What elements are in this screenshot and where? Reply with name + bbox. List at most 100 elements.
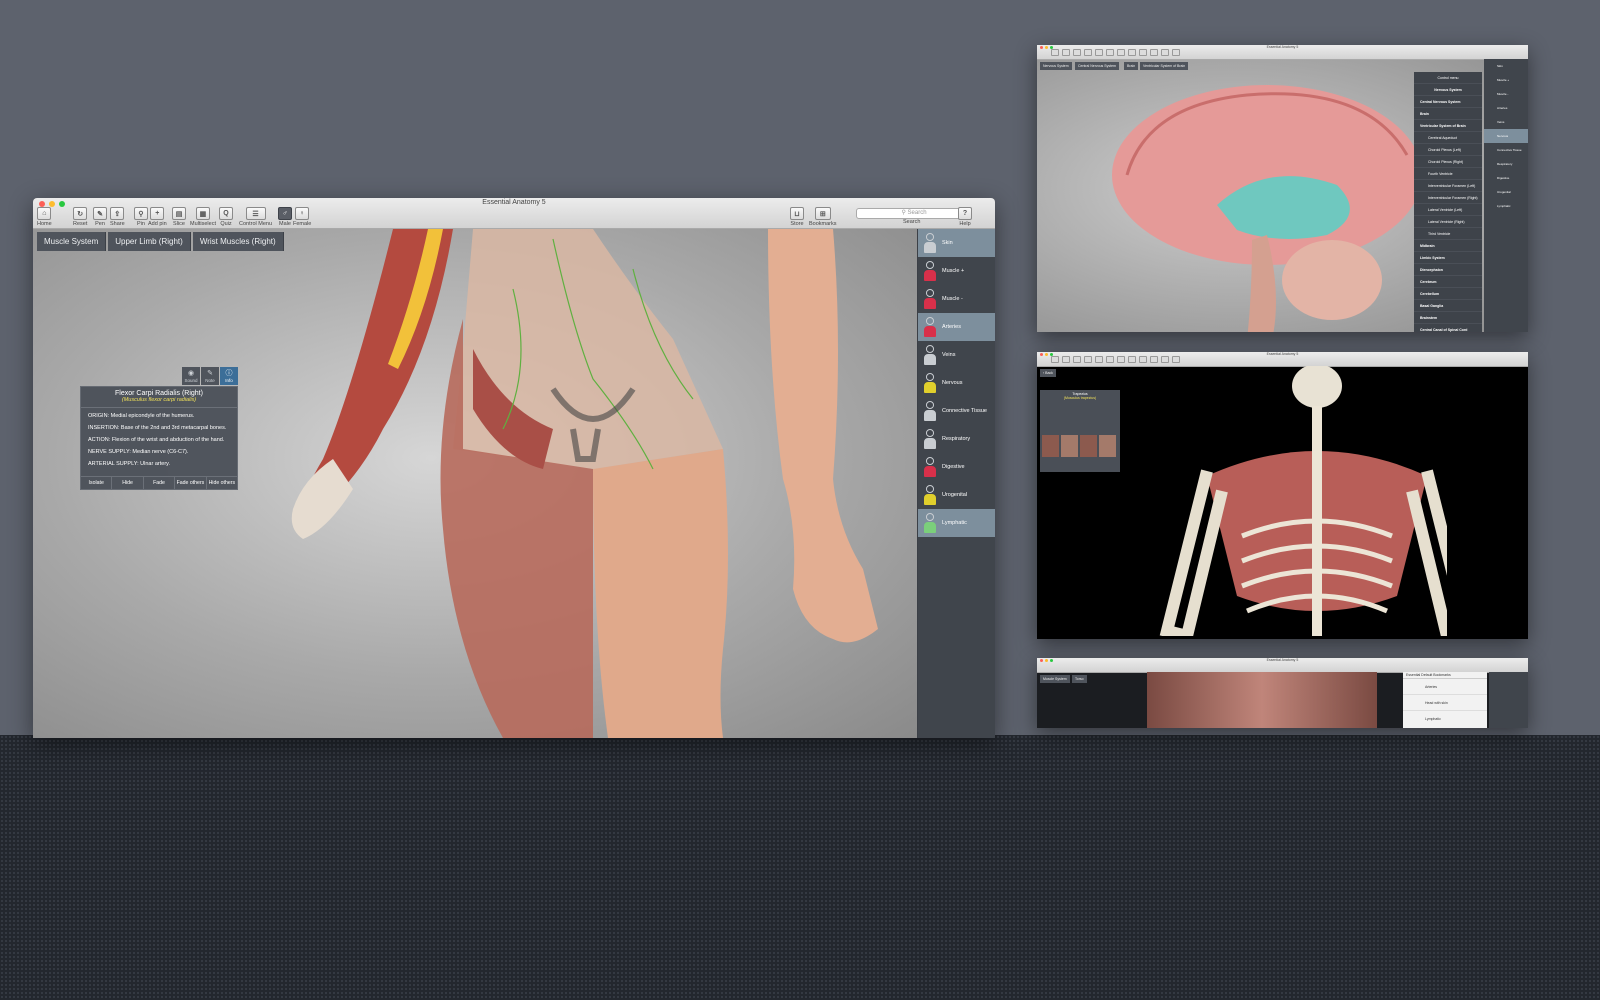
info-tab[interactable]: ⓘ Info	[220, 367, 238, 385]
system-item[interactable]: Muscle -	[918, 285, 995, 313]
brain-model[interactable]	[1067, 65, 1447, 332]
toolbar-icon[interactable]	[1161, 49, 1169, 56]
brain-system-item[interactable]: Nervous	[1484, 129, 1528, 143]
control-menu-item[interactable]: Limbic System	[1414, 252, 1482, 264]
control-menu-item[interactable]: Lateral Ventricle (Left)	[1414, 204, 1482, 216]
search-input[interactable]: ⚲ Search	[856, 208, 972, 219]
system-item[interactable]: Urogenital	[918, 481, 995, 509]
brain-system-item[interactable]: Muscle +	[1484, 73, 1528, 87]
control-menu-item[interactable]: Diencephalon	[1414, 264, 1482, 276]
system-item[interactable]: Muscle +	[918, 257, 995, 285]
control-menu-button[interactable]: ☰ Control Menu	[239, 207, 272, 227]
toolbar-icon[interactable]	[1062, 49, 1070, 56]
bookmark-item[interactable]: Lymphatic	[1403, 711, 1487, 726]
breadcrumb-item-upper-limb[interactable]: Upper Limb (Right)	[108, 232, 191, 251]
breadcrumb-item-wrist-muscles[interactable]: Wrist Muscles (Right)	[192, 232, 284, 251]
brain-system-item[interactable]: Connective Tissue	[1484, 143, 1528, 157]
control-menu-item[interactable]: Lateral Ventricle (Right)	[1414, 216, 1482, 228]
system-item[interactable]: Lymphatic	[918, 509, 995, 537]
third-breadcrumb-item[interactable]: Muscle System	[1040, 675, 1070, 683]
control-menu-item[interactable]: Midbrain	[1414, 240, 1482, 252]
control-menu-item[interactable]: Brainstem	[1414, 312, 1482, 324]
slice-button[interactable]: ▤ Slice	[172, 207, 186, 227]
toolbar-icon[interactable]	[1150, 356, 1158, 363]
toolbar-icon[interactable]	[1150, 49, 1158, 56]
system-item[interactable]: Arteries	[918, 313, 995, 341]
multiselect-button[interactable]: ▦ Multiselect	[190, 207, 216, 227]
toolbar-icon[interactable]	[1095, 49, 1103, 56]
hide-button[interactable]: Hide	[112, 477, 144, 489]
control-menu-item[interactable]: Central Nervous System	[1414, 96, 1482, 108]
toolbar-icon[interactable]	[1128, 49, 1136, 56]
control-menu-item[interactable]: Cerebrum	[1414, 276, 1482, 288]
brain-system-item[interactable]: Respiratory	[1484, 157, 1528, 171]
toolbar-icon[interactable]	[1084, 356, 1092, 363]
system-item[interactable]: Veins	[918, 341, 995, 369]
control-menu-item[interactable]: Ventricular System of Brain	[1414, 120, 1482, 132]
control-menu-item[interactable]: Cerebral Aqueduct	[1414, 132, 1482, 144]
bookmark-item[interactable]: Head with skin	[1403, 695, 1487, 711]
toolbar-icon[interactable]	[1051, 356, 1059, 363]
toolbar-icon[interactable]	[1117, 356, 1125, 363]
male-button[interactable]: ♂ Male	[278, 207, 292, 227]
note-tab[interactable]: ✎ Note	[201, 367, 219, 385]
breadcrumb-item-muscle-system[interactable]: Muscle System	[37, 232, 107, 251]
toolbar-icon[interactable]	[1106, 49, 1114, 56]
third-breadcrumb-item[interactable]: Torso	[1072, 675, 1087, 683]
control-menu-item[interactable]: Interventricular Foramen (Left)	[1414, 180, 1482, 192]
toolbar-icon[interactable]	[1139, 49, 1147, 56]
reset-button[interactable]: ↻ Reset	[73, 207, 87, 227]
brain-system-item[interactable]: Arteries	[1484, 101, 1528, 115]
system-item[interactable]: Respiratory	[918, 425, 995, 453]
hide-others-button[interactable]: Hide others	[207, 477, 237, 489]
toolbar-icon[interactable]	[1062, 356, 1070, 363]
pin-button[interactable]: ⚲ Pin	[134, 207, 148, 227]
brain-system-item[interactable]: Digestive	[1484, 171, 1528, 185]
toolbar-icon[interactable]	[1073, 49, 1081, 56]
toolbar-icon[interactable]	[1051, 49, 1059, 56]
control-menu-item[interactable]: Fourth Ventricle	[1414, 168, 1482, 180]
bookmark-item[interactable]: Arteries	[1403, 679, 1487, 695]
brain-system-item[interactable]: Urogenital	[1484, 185, 1528, 199]
store-button[interactable]: ⊔ Store	[790, 207, 804, 227]
brain-system-item[interactable]: Skin	[1484, 59, 1528, 73]
brain-system-item[interactable]: Veins	[1484, 115, 1528, 129]
fade-others-button[interactable]: Fade others	[175, 477, 207, 489]
toolbar-icon[interactable]	[1095, 356, 1103, 363]
brain-system-item[interactable]: Muscle -	[1484, 87, 1528, 101]
toolbar-icon[interactable]	[1073, 356, 1081, 363]
control-menu-item[interactable]: Third Ventricle	[1414, 228, 1482, 240]
isolate-button[interactable]: Isolate	[81, 477, 113, 489]
toolbar-icon[interactable]	[1161, 356, 1169, 363]
thumbnail[interactable]	[1061, 435, 1078, 457]
thumbnail[interactable]	[1042, 435, 1059, 457]
control-menu-item[interactable]: Cerebellum	[1414, 288, 1482, 300]
control-menu-item[interactable]: Central Canal of Spinal Cord	[1414, 324, 1482, 332]
toolbar-icon[interactable]	[1106, 356, 1114, 363]
system-item[interactable]: Connective Tissue	[918, 397, 995, 425]
toolbar-icon[interactable]	[1172, 356, 1180, 363]
female-button[interactable]: ♀ Female	[293, 207, 311, 227]
control-menu-item[interactable]: Interventricular Foramen (Right)	[1414, 192, 1482, 204]
system-item[interactable]: Skin	[918, 229, 995, 257]
skeleton-model[interactable]	[1147, 366, 1447, 636]
home-button[interactable]: ⌂ Home	[37, 207, 52, 227]
share-button[interactable]: ⇪ Share	[110, 207, 125, 227]
toolbar-icon[interactable]	[1139, 356, 1147, 363]
control-menu-item[interactable]: Brain	[1414, 108, 1482, 120]
system-item[interactable]: Nervous	[918, 369, 995, 397]
torso-muscle-model[interactable]	[1147, 672, 1377, 728]
brain-system-item[interactable]: Lymphatic	[1484, 199, 1528, 213]
thumbnail[interactable]	[1099, 435, 1116, 457]
bookmarks-button[interactable]: ⊞ Bookmarks	[809, 207, 837, 227]
help-button[interactable]: ? Help	[958, 207, 972, 227]
quiz-button[interactable]: Q Quiz	[219, 207, 233, 227]
toolbar-icon[interactable]	[1172, 49, 1180, 56]
system-item[interactable]: Digestive	[918, 453, 995, 481]
fade-button[interactable]: Fade	[144, 477, 176, 489]
control-menu-item[interactable]: Choroid Plexus (Left)	[1414, 144, 1482, 156]
add-pin-button[interactable]: + Add pin	[148, 207, 167, 227]
control-menu-item[interactable]: Basal Ganglia	[1414, 300, 1482, 312]
thumbnail[interactable]	[1080, 435, 1097, 457]
back-button[interactable]: ‹ Back	[1040, 369, 1056, 377]
